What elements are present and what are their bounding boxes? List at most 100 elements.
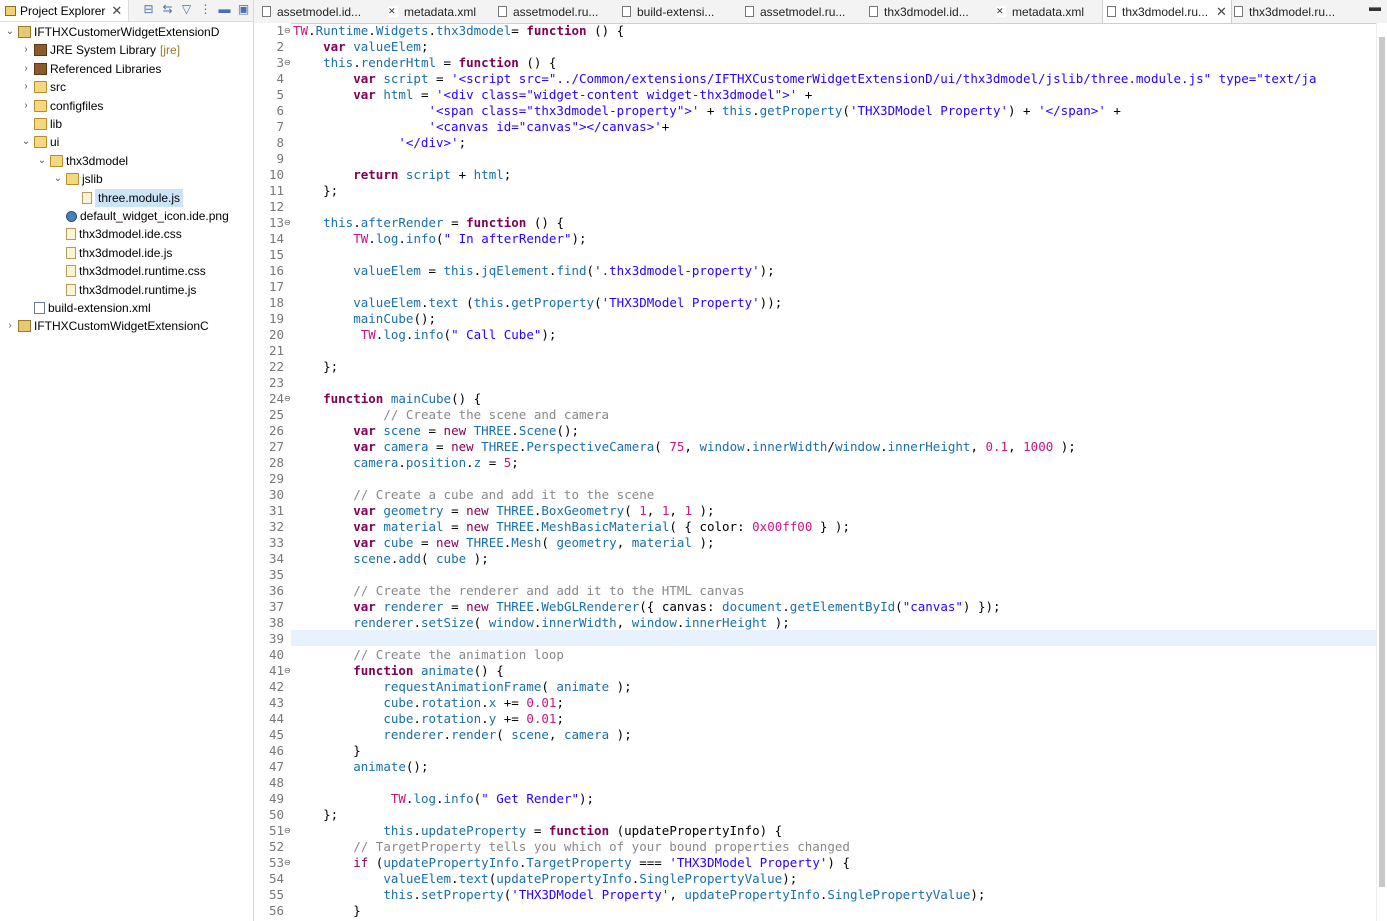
- maximize-icon[interactable]: ▣: [237, 2, 250, 16]
- code-line: var geometry = new THREE.BoxGeometry( 1,…: [293, 503, 714, 519]
- editor-tab[interactable]: ✕ metadata.xml: [992, 0, 1088, 23]
- view-menu-icon[interactable]: ⋮: [199, 2, 212, 16]
- code-token: '</span>': [1038, 103, 1106, 118]
- code-token: PerspectiveCamera: [526, 439, 655, 454]
- code-token: getProperty: [759, 103, 843, 118]
- tree-item-label: thx3dmodel.runtime.css: [79, 264, 206, 279]
- tree-item[interactable]: lib: [20, 115, 62, 133]
- chevron-right-icon[interactable]: ›: [20, 41, 32, 59]
- tree-item[interactable]: default_widget_icon.ide.png: [52, 207, 229, 225]
- tree-item[interactable]: › IFTHXCustomWidgetExtensionC: [4, 317, 209, 335]
- vertical-scrollbar[interactable]: [1376, 23, 1387, 921]
- chevron-right-icon[interactable]: ›: [20, 60, 32, 78]
- tree-item[interactable]: ⌄ thx3dmodel: [36, 152, 128, 170]
- collapse-all-icon[interactable]: ⊟: [142, 2, 155, 16]
- code-token: () {: [518, 55, 557, 70]
- tree-item[interactable]: thx3dmodel.ide.css: [52, 225, 182, 243]
- chevron-down-icon[interactable]: ⌄: [52, 170, 64, 188]
- chevron-right-icon[interactable]: ›: [20, 97, 32, 115]
- code-token: // Create a cube and add it to the scene: [353, 487, 655, 502]
- line-number: 49: [268, 791, 284, 806]
- code-token: 'THX3DModel Property': [669, 855, 828, 870]
- tree-item[interactable]: ⌄ jslib: [52, 170, 103, 188]
- close-icon[interactable]: ✕: [1216, 4, 1227, 20]
- editor-tab[interactable]: assetmodel.ru...: [741, 0, 849, 23]
- code-token: renderer: [383, 599, 444, 614]
- chevron-down-icon[interactable]: ⌄: [20, 133, 32, 151]
- code-token: ===: [631, 855, 670, 870]
- scrollbar-thumb[interactable]: [1379, 37, 1385, 887]
- editor-tab[interactable]: thx3dmodel.id...: [865, 0, 973, 23]
- code-token: '<span class="thx3dmodel-property">': [428, 103, 700, 118]
- link-with-editor-icon[interactable]: ⇆: [161, 2, 174, 16]
- code-token: window: [631, 615, 677, 630]
- chevron-right-icon[interactable]: ›: [20, 78, 32, 96]
- editor-tab-label: metadata.xml: [404, 4, 477, 19]
- xml-icon: ✕: [388, 6, 398, 17]
- chevron-down-icon[interactable]: ⌄: [36, 152, 48, 170]
- line-number: 32: [268, 519, 284, 534]
- line-number: 50: [268, 807, 284, 822]
- code-token: window: [488, 615, 534, 630]
- code-token: (: [654, 439, 670, 454]
- line-number: 29: [268, 471, 284, 486]
- tree-item[interactable]: › Referenced Libraries: [20, 60, 161, 78]
- tree-item[interactable]: thx3dmodel.runtime.js: [52, 281, 196, 299]
- tree-item[interactable]: three.module.js: [68, 188, 184, 207]
- chevron-down-icon[interactable]: ⌄: [4, 23, 16, 41]
- code-token: camera: [563, 727, 610, 742]
- code-token: // Create the animation loop: [353, 647, 564, 662]
- code-token: text: [428, 295, 459, 310]
- code-token: rotation: [420, 695, 482, 710]
- tree-item[interactable]: ⌄ ui: [20, 133, 60, 151]
- code-token: // TargetProperty tells you which of you…: [353, 839, 850, 854]
- code-token: .: [752, 103, 760, 118]
- tree-item[interactable]: build-extension.xml: [20, 299, 151, 317]
- tree-item[interactable]: › JRE System Library [jre]: [20, 41, 180, 59]
- tree-item[interactable]: › configfiles: [20, 97, 103, 115]
- tree-item[interactable]: ⌄ IFTHXCustomerWidgetExtensionD: [4, 23, 220, 41]
- editor-tab[interactable]: assetmodel.ru...: [494, 0, 602, 23]
- code-token: MeshBasicMaterial: [541, 519, 670, 534]
- code-token: Scene: [518, 423, 557, 438]
- code-token: BoxGeometry: [541, 503, 625, 518]
- code-token: function: [466, 215, 527, 230]
- tree-item[interactable]: thx3dmodel.runtime.css: [52, 262, 206, 280]
- editor-tab[interactable]: thx3dmodel.ru... ✕: [1102, 0, 1232, 23]
- editor-tab[interactable]: assetmodel.id...: [258, 0, 365, 23]
- editor-tab[interactable]: build-extensi...: [618, 0, 718, 23]
- code-line: }: [293, 903, 361, 919]
- code-token: render: [451, 727, 497, 742]
- code-token: '<script src="../Common/extensions/IFTHX…: [451, 71, 1317, 86]
- line-number: 51: [268, 823, 284, 838]
- code-token: TargetProperty: [526, 855, 632, 870]
- minimize-icon[interactable]: ▬: [1369, 0, 1381, 14]
- code-line: valueElem = this.jqElement.find('.thx3dm…: [293, 263, 775, 279]
- close-icon[interactable]: ✕: [111, 3, 122, 19]
- code-token: .: [436, 791, 444, 806]
- tree-item[interactable]: thx3dmodel.ide.js: [52, 244, 172, 262]
- line-number: 16: [268, 263, 284, 278]
- project-icon: [18, 26, 31, 38]
- filter-icon[interactable]: ▽: [180, 2, 193, 16]
- line-number: 40: [268, 647, 284, 662]
- file-icon: [262, 6, 271, 17]
- code-token: (: [368, 855, 384, 870]
- tree-item[interactable]: › src: [20, 78, 66, 96]
- minimize-icon[interactable]: ▬: [218, 2, 231, 16]
- code-token: new: [466, 599, 489, 614]
- chevron-right-icon[interactable]: ›: [4, 317, 16, 335]
- code-token: }: [293, 743, 361, 758]
- line-number: 2: [276, 39, 284, 54]
- editor-tab[interactable]: thx3dmodel.ru...: [1230, 0, 1339, 23]
- tree-item-label: IFTHXCustomWidgetExtensionC: [34, 319, 209, 334]
- editor-tab[interactable]: ✕ metadata.xml: [384, 0, 480, 23]
- tab-project-explorer[interactable]: Project Explorer ✕: [0, 0, 129, 21]
- code-token: this: [383, 887, 414, 902]
- code-area[interactable]: TW.Runtime.Widgets.thx3dmodel= function …: [291, 23, 1377, 921]
- code-token: =: [443, 215, 467, 230]
